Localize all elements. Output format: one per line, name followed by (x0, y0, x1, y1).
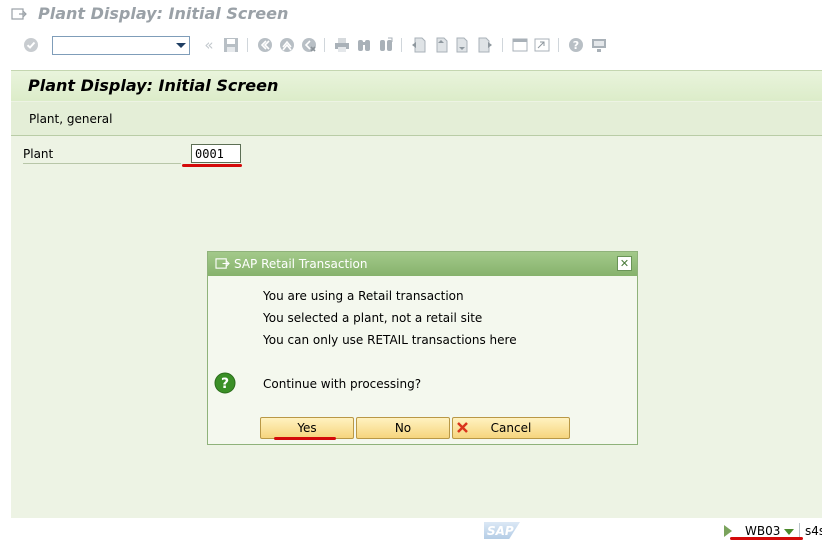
checkmark-icon[interactable] (22, 36, 40, 54)
red-highlight-underline (182, 164, 242, 167)
no-button-label: No (394, 421, 412, 435)
plant-general-button[interactable]: Plant, general (29, 112, 112, 126)
plant-label: Plant (23, 147, 181, 164)
chevron-down-icon[interactable] (176, 43, 186, 48)
command-input[interactable] (55, 38, 165, 53)
dialog-message-line-2: You selected a plant, not a retail site (263, 311, 483, 325)
toolbar-divider (401, 38, 402, 52)
chevron-down-icon[interactable] (784, 529, 794, 535)
question-icon: ? (214, 372, 236, 397)
plant-input[interactable] (191, 144, 241, 163)
system-id: s4s (805, 524, 822, 538)
last-page-icon[interactable] (476, 36, 494, 54)
sap-logo: SAP (484, 522, 520, 539)
new-session-icon[interactable] (511, 36, 529, 54)
dialog-message-line-3: You can only use RETAIL transactions her… (263, 333, 517, 347)
toolbar-divider (324, 38, 325, 52)
svg-text:?: ? (221, 376, 229, 392)
plant-field-row: Plant (23, 144, 243, 165)
status-divider (799, 523, 800, 538)
status-bar: SAP WB03 s4s (0, 518, 822, 545)
menu-icon[interactable] (11, 7, 27, 24)
find-next-icon[interactable] (377, 36, 395, 54)
play-icon[interactable] (724, 525, 732, 537)
layout-icon[interactable] (590, 36, 608, 54)
prev-page-icon[interactable] (432, 36, 450, 54)
command-field[interactable] (52, 36, 190, 55)
double-chevron-left-icon[interactable]: « (200, 36, 218, 54)
window-title: Plant Display: Initial Screen (38, 4, 289, 23)
retail-transaction-dialog: SAP Retail Transaction ✕ You are using a… (207, 251, 638, 445)
dialog-titlebar: SAP Retail Transaction ✕ (208, 252, 637, 276)
exit-icon[interactable] (278, 36, 296, 54)
cancel-icon[interactable] (300, 36, 318, 54)
yes-button-label: Yes (297, 421, 317, 435)
dialog-message-line-1: You are using a Retail transaction (263, 289, 464, 303)
save-icon[interactable] (222, 36, 240, 54)
screen-title-bar: Plant Display: Initial Screen (11, 71, 822, 101)
toolbar-divider (558, 38, 559, 52)
toolbar-divider (502, 38, 503, 52)
svg-text:?: ? (573, 39, 579, 52)
toolbar-divider (247, 38, 248, 52)
no-button[interactable]: No (356, 417, 450, 439)
dialog-question: Continue with processing? (263, 377, 422, 391)
back-icon[interactable] (256, 36, 274, 54)
cancel-button-label: Cancel (490, 421, 532, 435)
cancel-button[interactable]: Cancel (452, 417, 570, 439)
help-icon[interactable]: ? (567, 36, 585, 54)
close-icon[interactable]: ✕ (617, 256, 632, 271)
yes-button[interactable]: Yes (260, 417, 354, 439)
first-page-icon[interactable] (410, 36, 428, 54)
cancel-x-icon (456, 421, 469, 437)
screen-title: Plant Display: Initial Screen (28, 76, 279, 95)
dialog-menu-icon[interactable] (215, 257, 230, 273)
dialog-title: SAP Retail Transaction (234, 257, 368, 271)
standard-toolbar: « ? (0, 30, 822, 63)
transaction-code: WB03 (745, 524, 781, 538)
red-highlight-underline (730, 537, 803, 540)
find-icon[interactable] (355, 36, 373, 54)
shortcut-icon[interactable] (533, 36, 551, 54)
next-page-icon[interactable] (454, 36, 472, 54)
print-icon[interactable] (333, 36, 351, 54)
application-toolbar: Plant, general (11, 102, 822, 136)
red-highlight-underline (274, 437, 336, 440)
window-header: Plant Display: Initial Screen (0, 0, 822, 30)
